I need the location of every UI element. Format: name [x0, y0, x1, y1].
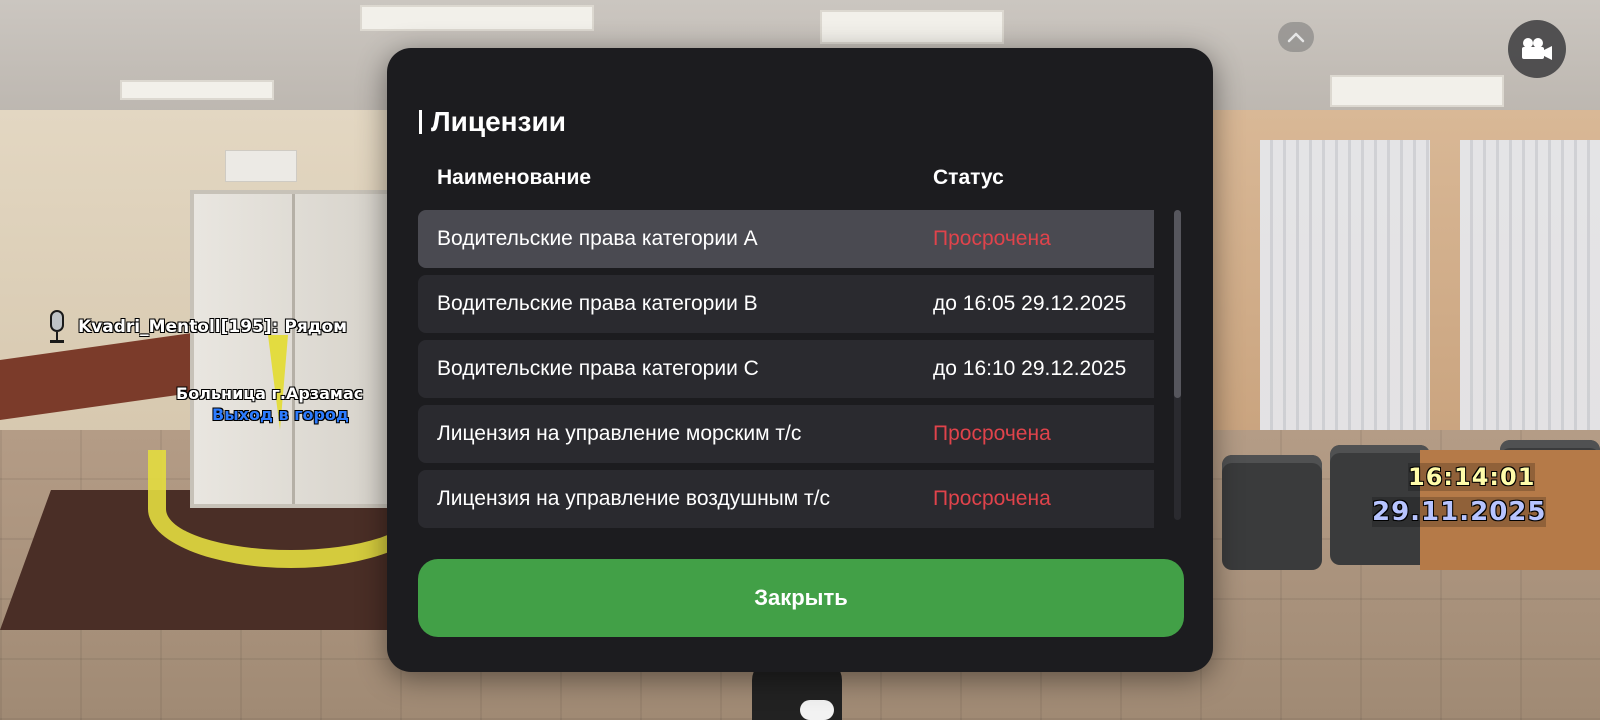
- license-status: Просрочена: [933, 422, 1051, 445]
- window-blind: [1260, 140, 1430, 440]
- chevron-up-icon: [1287, 32, 1305, 43]
- scrollbar-thumb[interactable]: [1174, 210, 1181, 398]
- title-accent-bar: [419, 110, 422, 134]
- list-scrollbar[interactable]: [1174, 210, 1181, 520]
- voice-chat-indicator: Kvadri_Mentoll[195]: Рядом: [46, 310, 347, 344]
- close-button[interactable]: Закрыть: [418, 559, 1184, 637]
- licenses-list[interactable]: Водительские права категории A Просрочен…: [418, 210, 1154, 572]
- license-row[interactable]: Водительские права категории B до 16:05 …: [418, 275, 1154, 333]
- dialog-title: Лицензии: [419, 106, 566, 138]
- voice-speaker-label: Kvadri_Mentoll[195]: Рядом: [78, 317, 348, 337]
- license-name: Лицензия на управление морским т/с: [437, 422, 802, 445]
- license-row[interactable]: Водительские права категории A Просрочен…: [418, 210, 1154, 268]
- column-header-name: Наименование: [437, 166, 592, 189]
- license-row[interactable]: Лицензия на управление морским т/с Проср…: [418, 405, 1154, 463]
- dialog-title-text: Лицензии: [431, 106, 566, 137]
- air-conditioner: [225, 150, 297, 182]
- hud-date: 29.11.2025: [1372, 497, 1547, 527]
- player-shoe: [800, 700, 834, 720]
- video-camera-icon: [1522, 38, 1552, 60]
- license-name: Водительские права категории B: [437, 292, 758, 315]
- license-status: до 16:10 29.12.2025: [933, 357, 1127, 380]
- chair: [1222, 455, 1322, 570]
- license-name: Лицензия на управление воздушным т/с: [437, 487, 830, 510]
- collapse-toggle-button[interactable]: [1278, 22, 1314, 52]
- ceiling-light: [1330, 75, 1504, 107]
- ceiling-light: [120, 80, 274, 100]
- location-action: Выход в город: [212, 405, 349, 424]
- ceiling-light: [820, 10, 1004, 44]
- license-row[interactable]: Лицензия на управление воздушным т/с Про…: [418, 470, 1154, 528]
- window-blind: [1460, 140, 1600, 440]
- microphone-icon: [46, 310, 68, 344]
- camera-button[interactable]: [1508, 20, 1566, 78]
- hud-time: 16:14:01: [1408, 463, 1536, 491]
- column-header-status: Статус: [933, 166, 1004, 189]
- license-status: Просрочена: [933, 227, 1051, 250]
- license-row[interactable]: Водительские права категории C до 16:10 …: [418, 340, 1154, 398]
- license-status: Просрочена: [933, 487, 1051, 510]
- location-name: Больница г.Арзамас: [176, 384, 364, 403]
- license-status: до 16:05 29.12.2025: [933, 292, 1127, 315]
- license-name: Водительские права категории C: [437, 357, 759, 380]
- licenses-dialog: Лицензии Наименование Статус Водительски…: [387, 48, 1213, 672]
- license-name: Водительские права категории A: [437, 227, 758, 250]
- ceiling-light: [360, 5, 594, 31]
